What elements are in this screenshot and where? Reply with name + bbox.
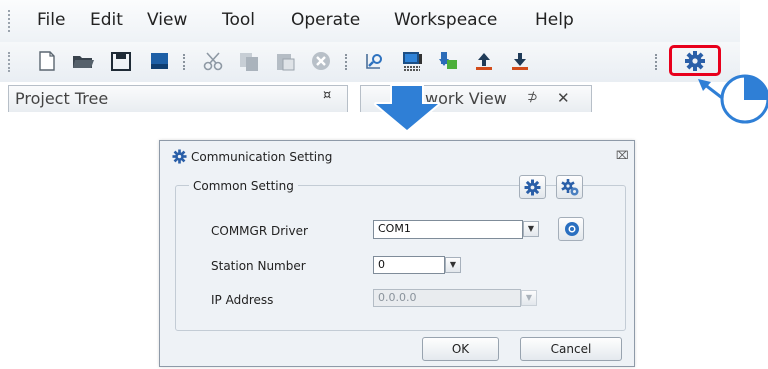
chevron-down-icon[interactable]: ▼ <box>523 221 539 237</box>
station-number-select[interactable]: 0 <box>373 256 445 274</box>
toolbar-separator <box>345 54 349 70</box>
commgr-driver-value: COM1 <box>378 222 411 235</box>
ip-address-label: IP Address <box>211 293 274 307</box>
communication-setting-dialog: Communication Setting ⌧ Common Setting C… <box>159 140 635 367</box>
group-title: Common Setting <box>189 179 298 193</box>
advanced-setting-button[interactable] <box>556 175 583 199</box>
ip-address-value: 0.0.0.0 <box>378 291 417 304</box>
menu-bar: File Edit View Tool Operate Workspeace H… <box>0 0 740 42</box>
save-all-icon[interactable] <box>147 50 171 72</box>
chevron-down-icon[interactable]: ▼ <box>521 290 537 306</box>
eye-icon <box>565 222 579 236</box>
toolbar-separator <box>655 54 659 70</box>
menu-help[interactable]: Help <box>535 10 574 30</box>
import-icon[interactable] <box>508 50 532 72</box>
down-arrow-icon <box>374 84 440 132</box>
tab-project-tree[interactable]: Project Tree ¤ <box>8 85 348 112</box>
dialog-title: Communication Setting <box>191 150 333 164</box>
copy-icon[interactable] <box>237 50 261 72</box>
new-file-icon[interactable] <box>35 50 59 72</box>
menu-view[interactable]: View <box>147 10 187 30</box>
gear-icon <box>524 179 541 196</box>
step-indicator-icon <box>720 74 768 124</box>
toolbar <box>0 42 740 82</box>
gear-icon <box>172 149 187 164</box>
chevron-down-icon[interactable]: ▼ <box>445 257 461 273</box>
pin-icon[interactable]: ⊅ <box>527 90 538 105</box>
tab-project-tree-label: Project Tree <box>15 89 109 108</box>
station-number-value: 0 <box>378 258 385 271</box>
cancel-button[interactable]: Cancel <box>520 337 622 361</box>
menu-operate[interactable]: Operate <box>291 10 360 30</box>
close-icon[interactable]: ✕ <box>557 89 570 107</box>
setting-button[interactable] <box>519 175 546 199</box>
pin-icon[interactable]: ¤ <box>323 88 331 103</box>
monitor-icon[interactable] <box>400 50 424 72</box>
ip-address-select[interactable]: 0.0.0.0 <box>373 289 521 307</box>
station-number-label: Station Number <box>211 259 306 273</box>
dialog-close-button[interactable]: ⌧ <box>616 149 629 162</box>
ok-button[interactable]: OK <box>422 337 499 361</box>
download-icon[interactable] <box>436 50 460 72</box>
search-device-icon[interactable] <box>364 50 388 72</box>
menu-file[interactable]: File <box>37 10 65 30</box>
toolbar-separator <box>183 54 187 70</box>
delete-icon[interactable] <box>309 50 333 72</box>
menu-tool[interactable]: Tool <box>222 10 255 30</box>
commgr-driver-select[interactable]: COM1 <box>373 220 523 239</box>
commgr-driver-label: COMMGR Driver <box>211 224 308 238</box>
menu-edit[interactable]: Edit <box>90 10 123 30</box>
save-icon[interactable] <box>109 50 133 72</box>
toolbar-grip[interactable] <box>8 52 12 72</box>
gears-icon <box>561 179 579 196</box>
paste-icon[interactable] <box>273 50 297 72</box>
open-folder-icon[interactable] <box>71 50 95 72</box>
menu-grip[interactable] <box>8 10 12 32</box>
driver-config-button[interactable] <box>558 217 584 241</box>
menu-workspace[interactable]: Workspeace <box>394 10 497 30</box>
upload-icon[interactable] <box>472 50 496 72</box>
cut-icon[interactable] <box>201 50 225 72</box>
